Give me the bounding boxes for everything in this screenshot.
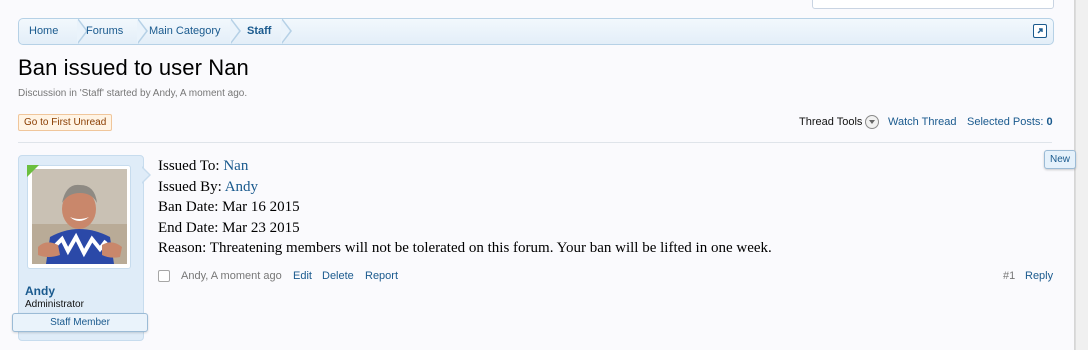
- issued-to-label: Issued To:: [158, 158, 220, 174]
- delete-link[interactable]: Delete: [322, 270, 354, 282]
- avatar[interactable]: [32, 169, 127, 264]
- thread-meta: Discussion in 'Staff' started by Andy, A…: [18, 88, 248, 99]
- issued-to-user-link[interactable]: Nan: [223, 158, 248, 174]
- dropdown-arrow-icon[interactable]: [865, 115, 879, 129]
- user-panel-pointer: [141, 166, 151, 184]
- breadcrumb-separator: [230, 19, 241, 44]
- thread-tools-menu[interactable]: Thread Tools: [799, 116, 862, 128]
- divider: [18, 142, 1052, 143]
- vertical-scrollbar[interactable]: [1075, 0, 1088, 350]
- issued-to-line: Issued To: Nan: [158, 156, 772, 177]
- page-title: Ban issued to user Nan: [18, 55, 249, 80]
- post-message: Issued To: Nan Issued By: Andy Ban Date:…: [158, 156, 772, 259]
- issued-by-user-link[interactable]: Andy: [225, 179, 258, 195]
- breadcrumb-forums[interactable]: Forums: [86, 19, 123, 44]
- issued-by-line: Issued By: Andy: [158, 177, 772, 198]
- new-post-corner-marker: [27, 165, 39, 177]
- issued-by-label: Issued By:: [158, 178, 222, 195]
- selected-posts-label: Selected Posts:: [967, 116, 1044, 128]
- breadcrumb-home[interactable]: Home: [29, 19, 58, 44]
- search-input[interactable]: [812, 0, 1054, 9]
- author-usertitle: Administrator: [25, 299, 84, 310]
- ban-date-line: Ban Date: Mar 16 2015: [158, 199, 300, 215]
- breadcrumb-main-category[interactable]: Main Category: [149, 19, 221, 44]
- edit-link[interactable]: Edit: [293, 270, 312, 282]
- breadcrumb-separator: [137, 19, 148, 44]
- go-to-first-unread-button[interactable]: Go to First Unread: [18, 114, 113, 131]
- new-post-badge: New: [1044, 150, 1077, 169]
- jump-to-icon[interactable]: [1033, 24, 1047, 38]
- reply-link[interactable]: Reply: [1025, 270, 1053, 282]
- author-username[interactable]: Andy: [25, 284, 55, 298]
- selected-posts-link[interactable]: Selected Posts: 0: [967, 116, 1053, 128]
- select-post-checkbox[interactable]: [158, 270, 170, 282]
- staff-member-badge: Staff Member: [12, 313, 148, 332]
- post-author-time[interactable]: Andy, A moment ago: [181, 270, 282, 282]
- report-link[interactable]: Report: [365, 270, 398, 282]
- breadcrumb-separator: [281, 19, 292, 44]
- breadcrumb-staff[interactable]: Staff: [247, 19, 271, 44]
- breadcrumb: Home Forums Main Category Staff: [18, 18, 1054, 45]
- reason-line: Reason: Threatening members will not be …: [158, 240, 772, 256]
- selected-posts-count: 0: [1046, 116, 1053, 128]
- post-permalink[interactable]: #1: [1003, 270, 1015, 282]
- end-date-line: End Date: Mar 23 2015: [158, 219, 300, 236]
- avatar-frame[interactable]: [27, 165, 131, 269]
- watch-thread-link[interactable]: Watch Thread: [888, 116, 956, 128]
